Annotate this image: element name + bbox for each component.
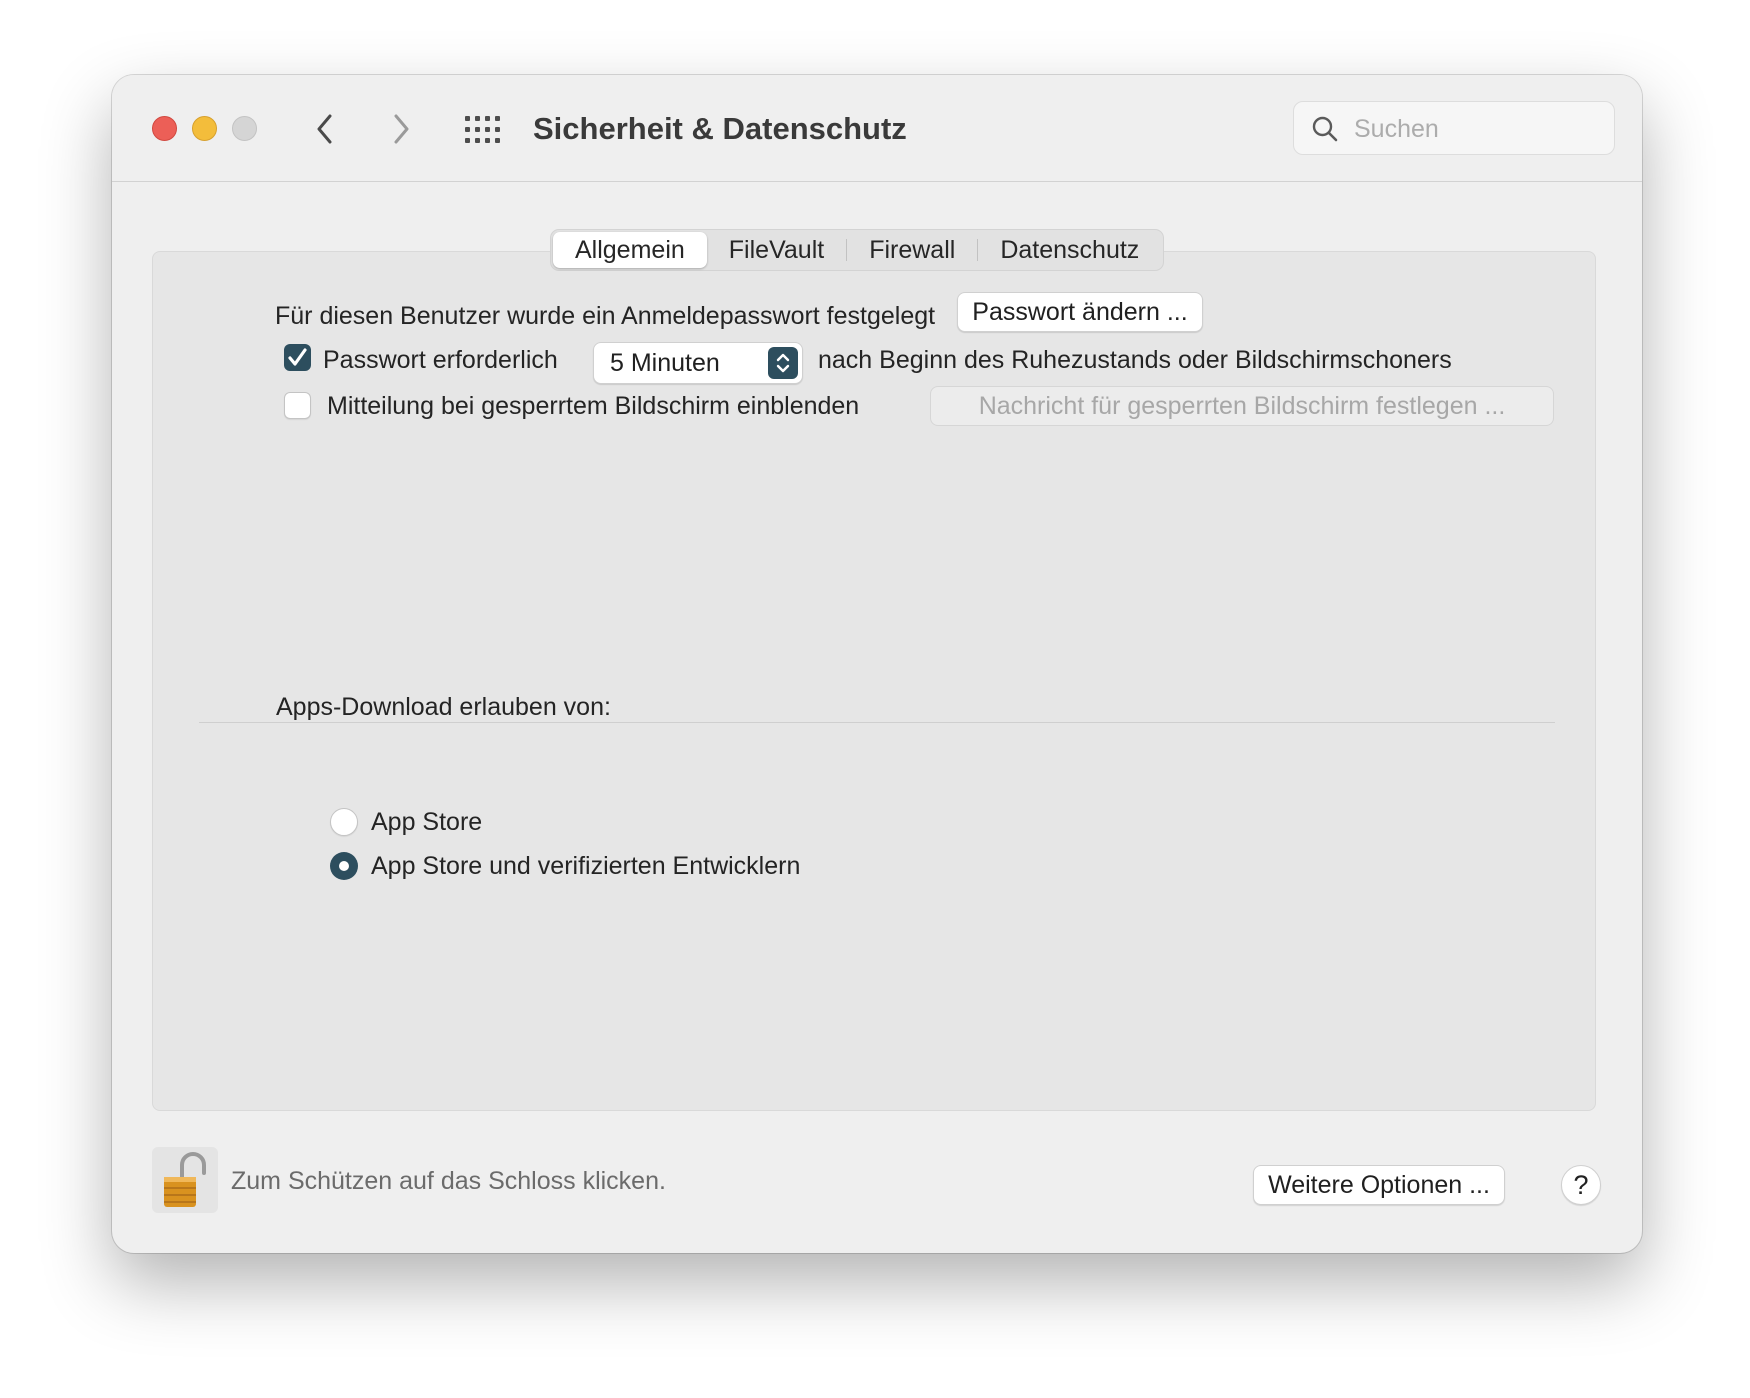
require-password-suffix: nach Beginn des Ruhezustands oder Bildsc…	[818, 346, 1452, 374]
title-bar: Sicherheit & Datenschutz	[112, 75, 1642, 182]
forward-button[interactable]	[384, 109, 418, 149]
tab-firewall[interactable]: Firewall	[847, 232, 977, 268]
content-panel	[152, 251, 1596, 1111]
tab-allgemein[interactable]: Allgemein	[553, 232, 707, 268]
tab-datenschutz[interactable]: Datenschutz	[978, 232, 1161, 268]
preferences-window: Sicherheit & Datenschutz Allgemein FileV…	[112, 75, 1642, 1253]
up-down-chevron-icon	[768, 347, 798, 379]
search-field[interactable]	[1293, 101, 1615, 155]
require-password-checkbox[interactable]	[284, 344, 311, 371]
radio-app-store[interactable]	[330, 808, 358, 836]
set-lock-message-button: Nachricht für gesperrten Bildschirm fest…	[930, 386, 1554, 426]
minimize-window-button[interactable]	[192, 116, 217, 141]
password-delay-value: 5 Minuten	[610, 349, 720, 377]
checkmark-icon	[288, 348, 307, 366]
lock-button[interactable]	[152, 1147, 218, 1213]
chevron-right-icon	[394, 114, 409, 144]
tab-bar: Allgemein FileVault Firewall Datenschutz	[550, 229, 1165, 271]
back-button[interactable]	[308, 109, 342, 149]
tab-filevault[interactable]: FileVault	[707, 232, 846, 268]
more-options-button[interactable]: Weitere Optionen ...	[1253, 1165, 1505, 1205]
search-input[interactable]	[1352, 110, 1606, 148]
lock-hint: Zum Schützen auf das Schloss klicken.	[231, 1167, 666, 1195]
grid-icon	[465, 116, 500, 143]
change-password-button[interactable]: Passwort ändern ...	[957, 292, 1203, 332]
search-icon	[1312, 116, 1338, 142]
downloads-heading: Apps-Download erlauben von:	[276, 693, 611, 721]
help-button[interactable]: ?	[1561, 1165, 1601, 1205]
chevron-left-icon	[317, 114, 332, 144]
password-delay-popup[interactable]: 5 Minuten	[593, 342, 803, 384]
close-window-button[interactable]	[152, 116, 177, 141]
radio-app-store-label: App Store	[371, 808, 483, 836]
show-all-button[interactable]	[464, 111, 502, 149]
radio-app-store-verified[interactable]	[330, 852, 358, 880]
lock-message-label: Mitteilung bei gesperrtem Bildschirm ein…	[327, 392, 860, 420]
password-set-label: Für diesen Benutzer wurde ein Anmeldepas…	[275, 302, 936, 330]
radio-app-store-verified-label: App Store und verifizierten Entwicklern	[371, 852, 801, 880]
window-title: Sicherheit & Datenschutz	[533, 111, 907, 146]
require-password-label: Passwort erforderlich	[323, 346, 558, 374]
lock-message-checkbox[interactable]	[284, 392, 311, 419]
lock-open-icon	[164, 1152, 206, 1207]
zoom-window-button	[232, 116, 257, 141]
